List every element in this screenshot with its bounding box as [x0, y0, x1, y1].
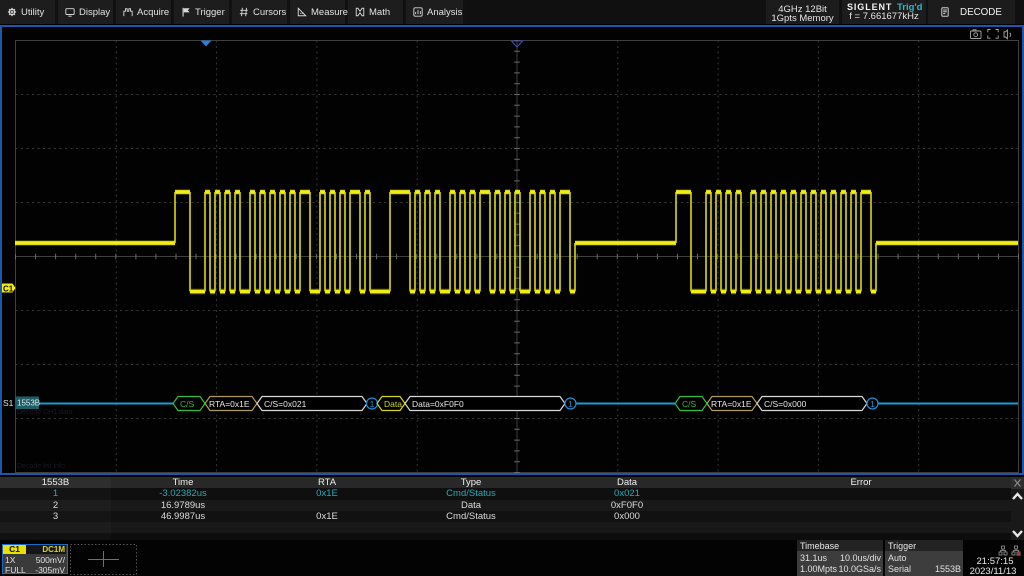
svg-text:1: 1: [370, 399, 375, 409]
svg-text:Decode CH1 data: Decode CH1 data: [17, 409, 73, 416]
svg-text:S1: S1: [3, 398, 14, 408]
svg-text:Decode list info: Decode list info: [17, 463, 65, 470]
svg-text:1: 1: [870, 399, 875, 409]
svg-text:C/S=0x021: C/S=0x021: [264, 399, 307, 409]
svg-text:RTA=0x1E: RTA=0x1E: [711, 399, 752, 409]
svg-text:Data: Data: [384, 399, 402, 409]
svg-text:Data=0xF0F0: Data=0xF0F0: [412, 399, 464, 409]
svg-text:1: 1: [568, 399, 573, 409]
svg-text:x: x: [1017, 549, 1022, 556]
svg-text:C/S: C/S: [682, 399, 697, 409]
svg-text:C/S=0x000: C/S=0x000: [764, 399, 807, 409]
svg-text:RTA=0x1E: RTA=0x1E: [209, 399, 250, 409]
svg-text:C1: C1: [3, 285, 14, 294]
svg-text:1553B: 1553B: [17, 399, 40, 408]
svg-text:C/S: C/S: [180, 399, 195, 409]
